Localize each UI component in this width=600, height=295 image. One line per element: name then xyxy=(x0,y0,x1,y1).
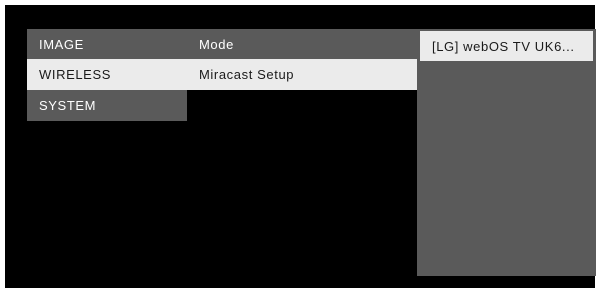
category-system[interactable]: SYSTEM xyxy=(27,90,187,121)
category-wireless[interactable]: WIRELESS xyxy=(27,59,187,90)
category-wireless-label: WIRELESS xyxy=(39,67,111,82)
submenu-mode-label: Mode xyxy=(199,36,234,52)
submenu-miracast-setup[interactable]: Miracast Setup xyxy=(187,59,417,90)
device-list-panel xyxy=(417,29,596,276)
category-image-label: IMAGE xyxy=(39,36,84,52)
osd-screen: IMAGE WIRELESS SYSTEM Mode Miracast Setu… xyxy=(5,5,596,288)
category-image[interactable]: IMAGE xyxy=(27,29,187,59)
submenu-mode[interactable]: Mode xyxy=(187,29,417,59)
submenu-miracast-setup-label: Miracast Setup xyxy=(199,67,295,82)
device-name: [LG] webOS TV UK6... xyxy=(432,38,575,54)
category-system-label: SYSTEM xyxy=(39,98,97,113)
device-list-item[interactable]: [LG] webOS TV UK6... xyxy=(420,31,593,61)
